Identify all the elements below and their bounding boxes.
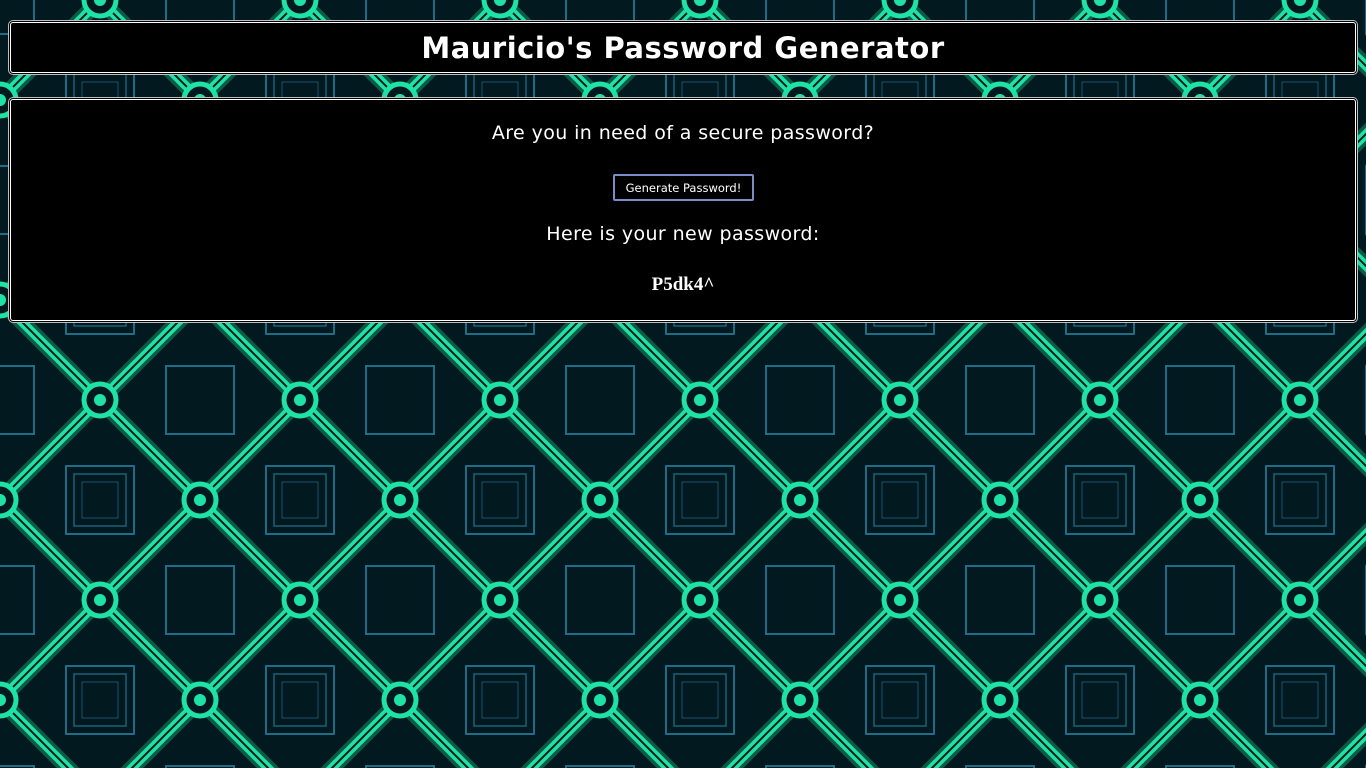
result-label: Here is your new password: <box>546 223 820 245</box>
generate-password-button[interactable]: Generate Password! <box>613 174 754 201</box>
header-panel: Mauricio's Password Generator <box>10 22 1356 73</box>
generated-password: P5dk4^ <box>651 274 715 295</box>
generator-panel: Are you in need of a secure password? Ge… <box>10 99 1356 321</box>
page-title: Mauricio's Password Generator <box>421 30 945 65</box>
prompt-question: Are you in need of a secure password? <box>491 122 875 144</box>
